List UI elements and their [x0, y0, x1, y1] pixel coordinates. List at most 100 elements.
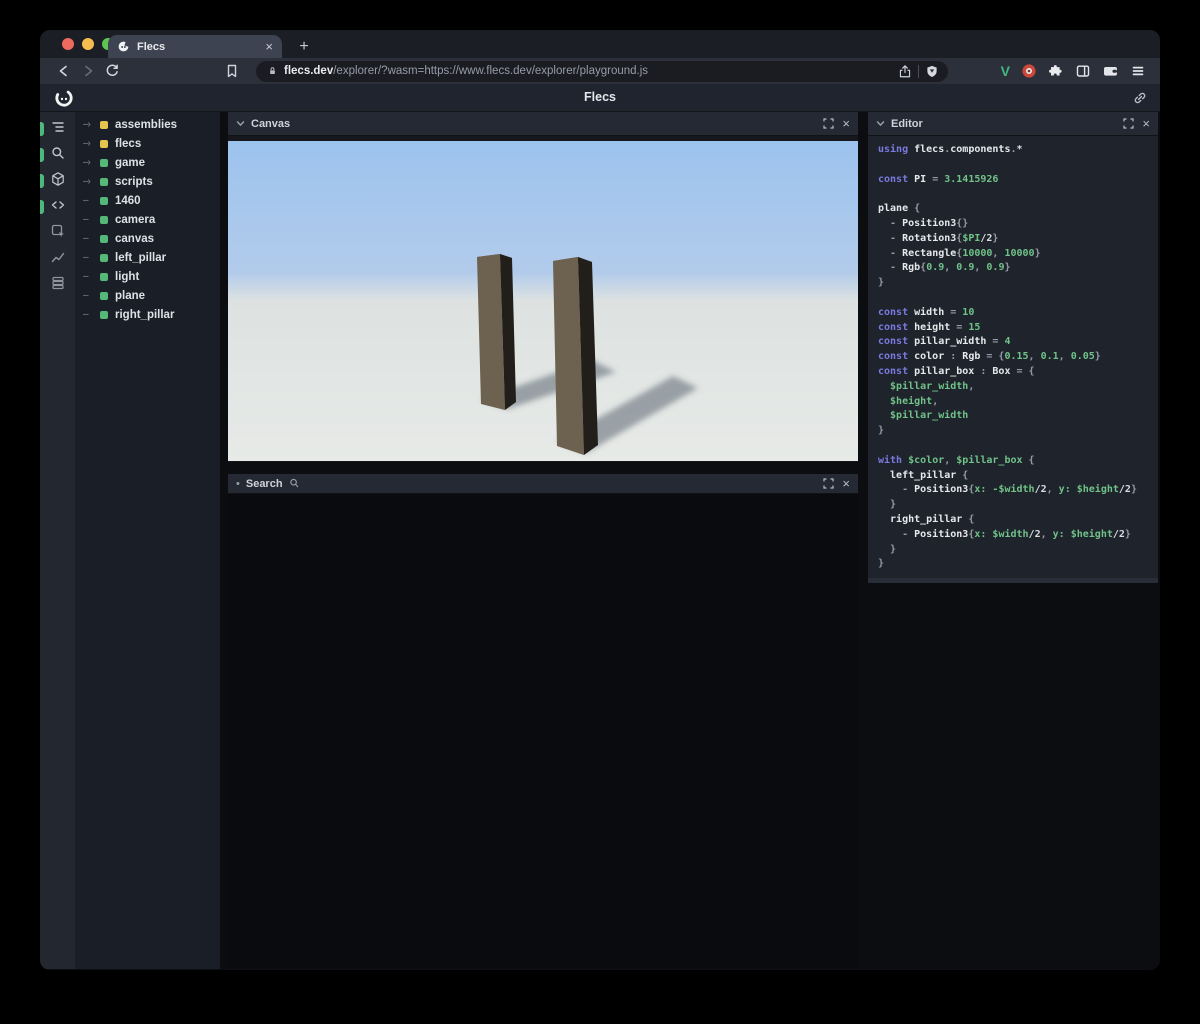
app-main: –› assemblies –› flecs –› game –› scripts –1460–…: [40, 112, 1160, 969]
code-line: }: [878, 558, 885, 570]
tree-item-1460[interactable]: – 1460: [75, 191, 220, 210]
close-window-button[interactable]: [62, 38, 74, 50]
code-line: plane {: [878, 203, 921, 215]
entity-color-chip: [100, 291, 108, 300]
tree-item-light[interactable]: – light: [75, 267, 220, 286]
activity-button-query[interactable]: [40, 142, 75, 168]
expand-arrow-icon[interactable]: –›: [83, 138, 100, 149]
tree-item-label: right_pillar: [115, 308, 175, 321]
leaf-dash-icon: –: [83, 252, 89, 263]
wallet-icon[interactable]: [1102, 63, 1119, 79]
expand-arrow-icon[interactable]: –›: [83, 157, 100, 168]
code-line: - Rotation3{$PI/2}: [878, 232, 999, 244]
tree-item-label: light: [115, 270, 140, 283]
canvas-3d-viewport[interactable]: [228, 136, 858, 462]
code-line: }: [878, 425, 885, 437]
code-line: - Position3{}: [878, 217, 969, 229]
screen: Flecs × + flecs.dev/explorer/?wasm=https…: [0, 0, 1200, 1024]
activity-button-canvas[interactable]: [40, 168, 75, 194]
close-icon[interactable]: ×: [842, 477, 850, 490]
activity-button-inspector[interactable]: [40, 220, 75, 246]
tree-item-label: scripts: [115, 175, 153, 188]
tree-item-scripts[interactable]: –› scripts: [75, 172, 220, 191]
red-extension-icon[interactable]: [1021, 63, 1037, 79]
code-line: $height,: [878, 395, 939, 407]
entity-color-chip: [100, 272, 108, 281]
url-bar[interactable]: flecs.dev/explorer/?wasm=https://www.fle…: [256, 60, 948, 82]
entity-color-chip: [100, 310, 108, 319]
activity-bar: [40, 112, 75, 969]
scene-render: [228, 141, 858, 461]
canvas-panel-header[interactable]: Canvas ×: [228, 112, 858, 136]
work-area: Canvas × • Search × Editor × using flecs…: [220, 112, 1160, 969]
tree-item-canvas[interactable]: – canvas: [75, 229, 220, 248]
close-icon[interactable]: ×: [842, 117, 850, 130]
link-icon[interactable]: [1132, 90, 1148, 106]
extension-icons: V: [1001, 63, 1146, 79]
entity-color-chip: [100, 215, 108, 224]
minimize-window-button[interactable]: [82, 38, 94, 50]
search-panel-header[interactable]: • Search ×: [228, 474, 858, 494]
activity-button-tree[interactable]: [40, 116, 75, 142]
tree-item-plane[interactable]: – plane: [75, 286, 220, 305]
code-line: left_pillar {: [878, 469, 969, 481]
expand-arrow-icon[interactable]: –›: [83, 119, 100, 130]
bookmark-icon[interactable]: [224, 63, 240, 79]
tree-icon: [50, 119, 66, 140]
browser-menu-icon[interactable]: [1130, 63, 1146, 79]
tree-item-left_pillar[interactable]: – left_pillar: [75, 248, 220, 267]
tree-item-right_pillar[interactable]: – right_pillar: [75, 305, 220, 324]
chevron-down-icon[interactable]: [876, 120, 885, 127]
code-line: $pillar_width,: [878, 380, 975, 392]
code-line: using flecs.components.*: [878, 144, 1023, 155]
brave-shield-icon[interactable]: [925, 64, 939, 79]
fullscreen-icon[interactable]: [823, 478, 835, 489]
code-editor[interactable]: using flecs.components.* const PI = 3.14…: [868, 136, 1158, 578]
code-line: }: [878, 543, 897, 555]
url-path: /explorer/?wasm=https://www.flecs.dev/ex…: [333, 65, 649, 77]
leaf-dash-icon: –: [83, 290, 89, 301]
tree-item-assemblies[interactable]: –› assemblies: [75, 115, 220, 134]
tree-item-camera[interactable]: – camera: [75, 210, 220, 229]
flecs-logo: [55, 89, 73, 107]
back-icon[interactable]: [56, 63, 72, 79]
url-text: flecs.dev/explorer/?wasm=https://www.fle…: [284, 65, 892, 77]
editor-panel-header[interactable]: Editor ×: [868, 112, 1158, 136]
app-header: Flecs: [40, 84, 1160, 112]
extensions-puzzle-icon[interactable]: [1048, 63, 1064, 79]
search-icon: [289, 478, 298, 488]
tree-item-flecs[interactable]: –› flecs: [75, 134, 220, 153]
close-icon[interactable]: ×: [1142, 117, 1150, 130]
browser-window: Flecs × + flecs.dev/explorer/?wasm=https…: [40, 30, 1160, 970]
chevron-down-icon[interactable]: [236, 120, 245, 127]
tree-item-game[interactable]: –› game: [75, 153, 220, 172]
tree-item-label: game: [115, 156, 146, 169]
activity-button-editor[interactable]: [40, 194, 75, 220]
new-tab-button[interactable]: +: [294, 38, 314, 56]
fullscreen-icon[interactable]: [823, 118, 835, 129]
sidebar-icon[interactable]: [1075, 63, 1091, 79]
tab-strip: Flecs × +: [40, 30, 1160, 58]
tree-item-label: assemblies: [115, 118, 178, 131]
fullscreen-icon[interactable]: [1123, 118, 1135, 129]
vue-devtools-icon[interactable]: V: [1001, 63, 1010, 79]
activity-button-data[interactable]: [40, 272, 75, 298]
share-icon[interactable]: [898, 64, 912, 79]
entity-color-chip: [100, 158, 108, 167]
chart-icon: [50, 249, 66, 270]
reload-icon[interactable]: [104, 63, 120, 79]
code-line: - Rectangle{10000, 10000}: [878, 247, 1041, 259]
tree-item-label: plane: [115, 289, 146, 302]
activity-button-stats[interactable]: [40, 246, 75, 272]
browser-tab[interactable]: Flecs ×: [108, 35, 282, 58]
code-line: const width = 10: [878, 306, 975, 318]
tree-item-label: flecs: [115, 137, 142, 150]
code-line: - Position3{x: -$width/2, y: $height/2}: [878, 484, 1137, 496]
entity-tree: –› assemblies –› flecs –› game –› scripts –1460–…: [75, 112, 220, 969]
tab-close-icon[interactable]: ×: [265, 40, 273, 53]
expand-arrow-icon[interactable]: –›: [83, 176, 100, 187]
forward-icon[interactable]: [80, 63, 96, 79]
code-icon: [50, 197, 66, 218]
